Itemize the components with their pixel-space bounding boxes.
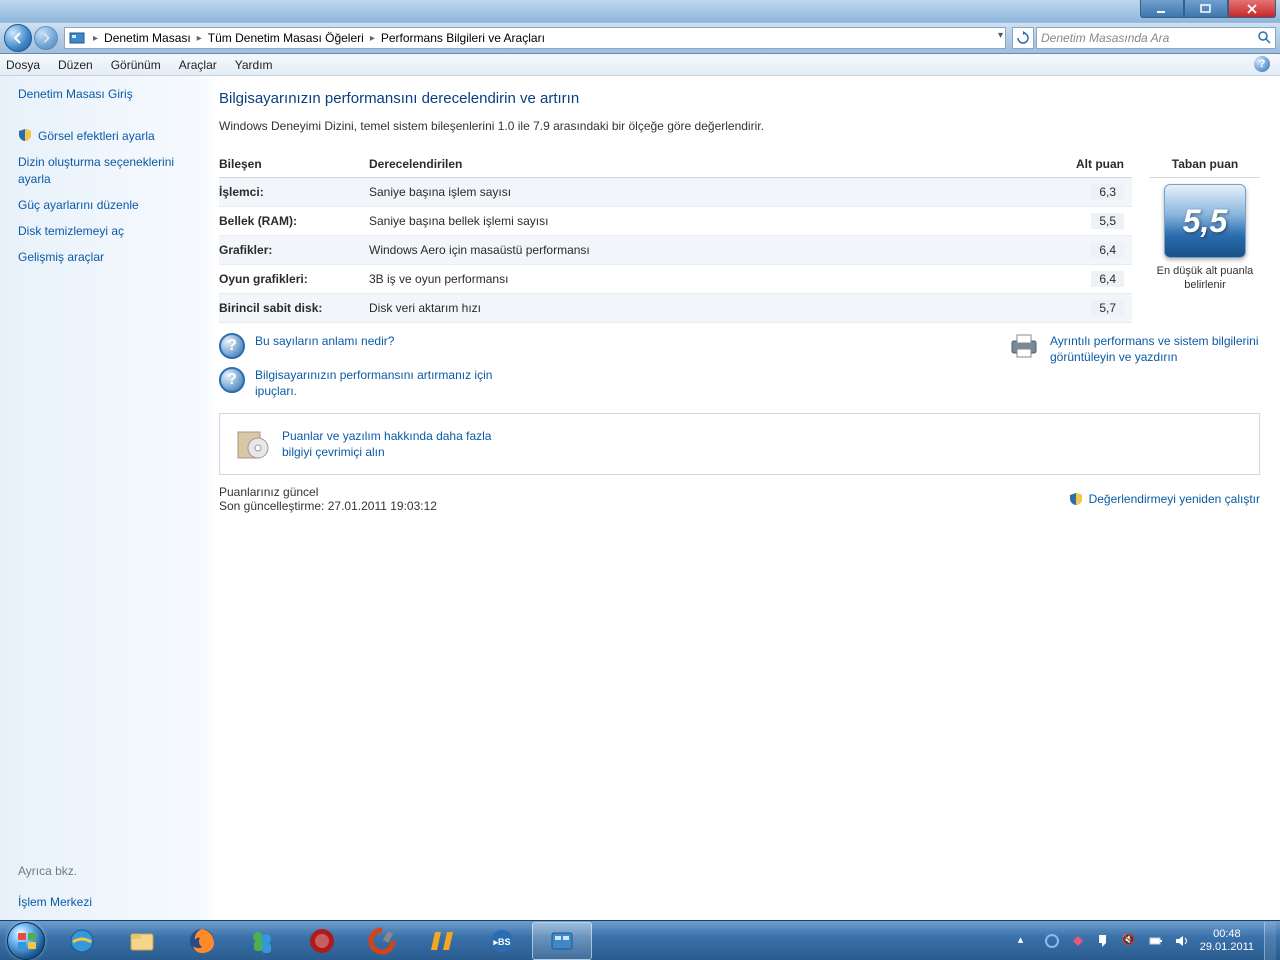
help-button[interactable]: ?: [1254, 56, 1272, 74]
row-component: Birincil sabit disk:: [219, 301, 369, 315]
row-subscore: 6,4: [1091, 242, 1124, 258]
show-desktop-button[interactable]: [1264, 922, 1276, 960]
window-close-button[interactable]: [1228, 0, 1276, 18]
breadcrumb-item[interactable]: Performans Bilgileri ve Araçları: [381, 31, 545, 45]
taskbar-item-explorer[interactable]: [112, 922, 172, 960]
printer-icon: [1008, 333, 1040, 359]
row-rated: Saniye başına bellek işlemi sayısı: [369, 214, 1052, 228]
sidebar-link-indexing-options[interactable]: Dizin oluşturma seçeneklerini ayarla: [18, 154, 199, 186]
link-what-do-numbers-mean[interactable]: Bu sayıların anlamı nedir?: [255, 333, 394, 349]
shield-icon: [18, 128, 32, 142]
menu-file[interactable]: Dosya: [6, 58, 40, 72]
taskbar-item-control-panel[interactable]: [532, 922, 592, 960]
tray-icon[interactable]: [1070, 933, 1086, 949]
page-subtitle: Windows Deneyimi Dizini, temel sistem bi…: [219, 119, 1260, 133]
system-tray: ▴ 🔇 00:48 29.01.2011: [1018, 922, 1280, 960]
search-placeholder: Denetim Masasında Ara: [1041, 31, 1169, 45]
menu-bar: Dosya Düzen Görünüm Araçlar Yardım: [0, 54, 1280, 76]
link-view-print-details[interactable]: Ayrıntılı performans ve sistem bilgileri…: [1050, 333, 1260, 365]
taskbar-item-ie[interactable]: [52, 922, 112, 960]
sidebar-link-disk-cleanup[interactable]: Disk temizlemeyi aç: [18, 223, 199, 239]
menu-help[interactable]: Yardım: [235, 58, 273, 72]
tray-volume-icon[interactable]: [1174, 933, 1190, 949]
taskbar-item-bs[interactable]: ▸BS: [472, 922, 532, 960]
row-component: Grafikler:: [219, 243, 369, 257]
main-content: Bilgisayarınızın performansını derecelen…: [205, 76, 1280, 920]
row-subscore: 5,7: [1091, 300, 1124, 316]
question-icon: ?: [219, 333, 245, 359]
sidebar-link-power-settings[interactable]: Güç ayarlarını düzenle: [18, 197, 199, 213]
row-rated: Windows Aero için masaüstü performansı: [369, 243, 1052, 257]
base-score-caption: En düşük alt puanla belirlenir: [1150, 264, 1260, 293]
taskbar-item-app-red[interactable]: [292, 922, 352, 960]
tray-power-icon[interactable]: [1148, 933, 1164, 949]
row-rated: Saniye başına işlem sayısı: [369, 185, 1052, 199]
window-minimize-button[interactable]: [1140, 0, 1184, 18]
link-improve-performance-tips[interactable]: Bilgisayarınızın performansını artırmanı…: [255, 367, 515, 399]
row-component: İşlemci:: [219, 185, 369, 199]
table-row: Birincil sabit disk: Disk veri aktarım h…: [219, 294, 1132, 323]
row-component: Oyun grafikleri:: [219, 272, 369, 286]
row-subscore: 5,5: [1091, 213, 1124, 229]
taskbar-item-firefox[interactable]: [172, 922, 232, 960]
status-text: Puanlarınız güncel Son güncelleştirme: 2…: [219, 485, 437, 513]
base-score-badge: 5,5: [1164, 184, 1246, 258]
link-rerun-assessment[interactable]: Değerlendirmeyi yeniden çalıştır: [1089, 492, 1260, 506]
breadcrumb-dropdown-icon[interactable]: ▾: [998, 30, 1003, 41]
question-icon: ?: [219, 367, 245, 393]
row-rated: 3B iş ve oyun performansı: [369, 272, 1052, 286]
row-rated: Disk veri aktarım hızı: [369, 301, 1052, 315]
online-info-panel: Puanlar ve yazılım hakkında daha fazla b…: [219, 413, 1260, 475]
link-more-info-online[interactable]: Puanlar ve yazılım hakkında daha fazla b…: [282, 428, 502, 460]
taskbar-item-winamp[interactable]: [412, 922, 472, 960]
window-titlebar: [0, 0, 1280, 22]
row-component: Bellek (RAM):: [219, 214, 369, 228]
shield-icon: [1069, 492, 1083, 506]
control-panel-icon: [69, 31, 87, 45]
sidebar-link-advanced-tools[interactable]: Gelişmiş araçlar: [18, 249, 199, 265]
header-rated: Derecelendirilen: [369, 157, 1052, 171]
row-subscore: 6,3: [1091, 184, 1124, 200]
nav-back-button[interactable]: [4, 24, 32, 52]
taskbar-item-ccleaner[interactable]: [352, 922, 412, 960]
tray-volume-icon[interactable]: 🔇: [1122, 933, 1138, 949]
software-box-icon: [234, 426, 270, 462]
table-row: Oyun grafikleri: 3B iş ve oyun performan…: [219, 265, 1132, 294]
tray-show-hidden-icon[interactable]: ▴: [1018, 933, 1034, 949]
tray-icon[interactable]: [1044, 933, 1060, 949]
tray-action-center-icon[interactable]: [1096, 933, 1112, 949]
breadcrumb-item[interactable]: Tüm Denetim Masası Öğeleri: [208, 31, 364, 45]
tray-clock[interactable]: 00:48 29.01.2011: [1200, 928, 1254, 953]
search-input[interactable]: Denetim Masasında Ara: [1036, 27, 1276, 49]
row-subscore: 6,4: [1091, 271, 1124, 287]
menu-edit[interactable]: Düzen: [58, 58, 93, 72]
sidebar-link-control-panel-home[interactable]: Denetim Masası Giriş: [18, 86, 199, 102]
menu-view[interactable]: Görünüm: [111, 58, 161, 72]
header-subscore: Alt puan: [1052, 157, 1132, 171]
taskbar-item-messenger[interactable]: [232, 922, 292, 960]
refresh-button[interactable]: [1012, 27, 1034, 49]
breadcrumb[interactable]: ▸ Denetim Masası ▸ Tüm Denetim Masası Öğ…: [64, 27, 1006, 49]
breadcrumb-item[interactable]: Denetim Masası: [104, 31, 191, 45]
see-also-action-center[interactable]: İşlem Merkezi: [18, 894, 199, 910]
svg-text:▸BS: ▸BS: [492, 937, 510, 947]
sidebar: Denetim Masası Giriş Görsel efektleri ay…: [0, 76, 205, 920]
search-icon: [1257, 30, 1271, 47]
table-row: Bellek (RAM): Saniye başına bellek işlem…: [219, 207, 1132, 236]
taskbar: ▸BS ▴ 🔇 00:48 29.01.2011: [0, 920, 1280, 960]
table-row: Grafikler: Windows Aero için masaüstü pe…: [219, 236, 1132, 265]
start-button[interactable]: [0, 921, 52, 960]
nav-forward-button[interactable]: [34, 26, 58, 50]
score-table: Bileşen Derecelendirilen Alt puan İşlemc…: [219, 151, 1132, 323]
table-row: İşlemci: Saniye başına işlem sayısı 6,3: [219, 178, 1132, 207]
header-base-score: Taban puan: [1150, 151, 1260, 178]
menu-tools[interactable]: Araçlar: [179, 58, 217, 72]
header-component: Bileşen: [219, 157, 369, 171]
base-score-column: Taban puan 5,5 En düşük alt puanla belir…: [1150, 151, 1260, 293]
window-maximize-button[interactable]: [1184, 0, 1228, 18]
address-bar: ▸ Denetim Masası ▸ Tüm Denetim Masası Öğ…: [0, 22, 1280, 54]
page-title: Bilgisayarınızın performansını derecelen…: [219, 90, 1260, 107]
see-also-header: Ayrıca bkz.: [18, 864, 199, 884]
sidebar-link-adjust-visual-effects[interactable]: Görsel efektleri ayarla: [38, 128, 155, 144]
